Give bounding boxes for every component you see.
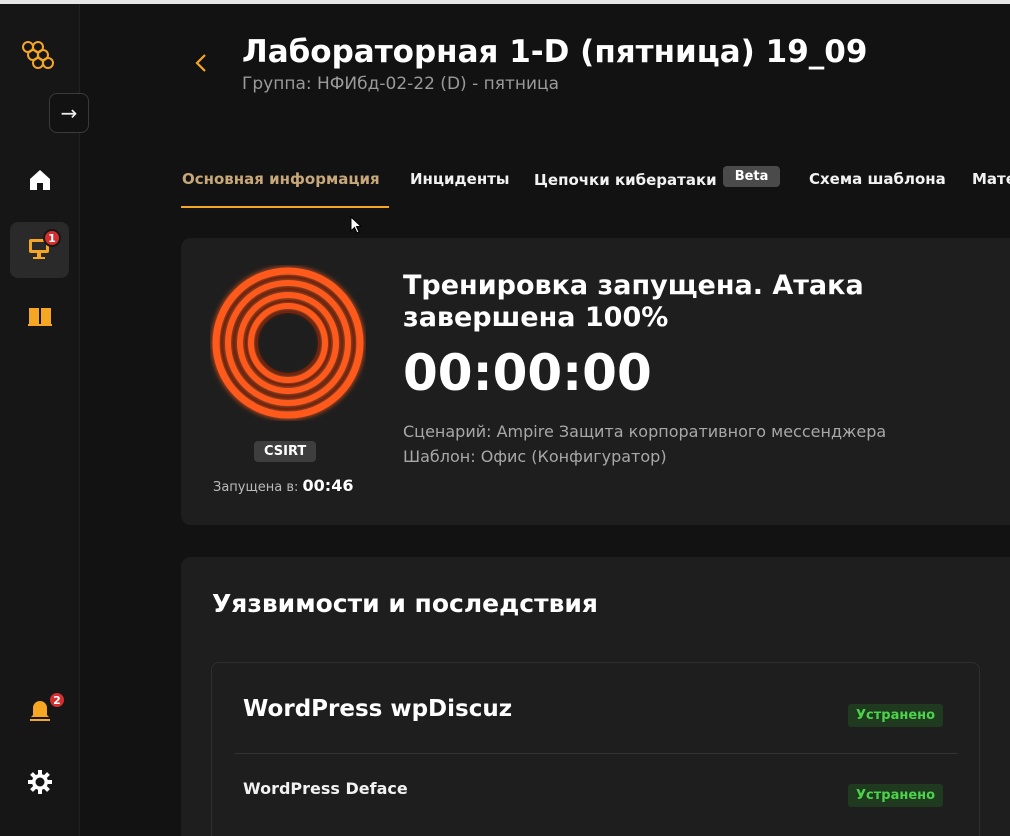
sidebar-item-home[interactable] [10, 154, 69, 210]
page-title: Лабораторная 1-D (пятница) 19_09 [242, 34, 868, 70]
timer: 00:00:00 [403, 344, 652, 402]
started-time: 00:46 [302, 476, 354, 495]
arrow-right-icon: → [60, 101, 78, 125]
vulnerabilities-list: WordPress wpDiscuz Устранено WordPress D… [211, 662, 980, 836]
scenario-text: Сценарий: Ampire Защита корпоративного м… [403, 422, 887, 441]
trainings-badge: 1 [43, 229, 61, 247]
tab-materials[interactable]: Мате [972, 170, 1010, 188]
vulnerabilities-section: Уязвимости и последствия WordPress wpDis… [181, 557, 1010, 836]
active-tab-indicator [181, 206, 389, 208]
template-text: Шаблон: Офис (Конфигуратор) [403, 447, 667, 466]
sidebar-item-trainings[interactable]: 1 [10, 222, 69, 278]
tab-attack-chains[interactable]: Цепочки кибератаки Beta [534, 166, 781, 189]
beta-badge: Beta [722, 166, 781, 187]
back-button[interactable] [194, 52, 208, 80]
status-badge: Устранено [848, 784, 944, 807]
status-badge: Устранено [848, 704, 944, 727]
sidebar-expand-button[interactable]: → [49, 93, 89, 133]
tab-template-scheme[interactable]: Схема шаблона [809, 170, 946, 188]
tab-incidents[interactable]: Инциденты [410, 170, 509, 188]
training-status-card: CSIRT Запущена в: 00:46 Тренировка запущ… [181, 238, 1010, 525]
training-status-text: Тренировка запущена. Атака завершена 100… [403, 270, 864, 333]
window-top-border [0, 0, 1010, 4]
progress-spiral-icon [210, 265, 366, 421]
tab-bar: Основная информация Инциденты Цепочки ки… [181, 166, 1010, 210]
tab-attack-chains-label: Цепочки кибератаки [534, 171, 717, 189]
page-subtitle: Группа: НФИбд-02-22 (D) - пятница [242, 74, 559, 94]
app-logo[interactable] [18, 34, 62, 78]
notifications-badge: 2 [48, 691, 66, 709]
chevron-left-icon [194, 54, 208, 80]
tab-main-info[interactable]: Основная информация [182, 170, 380, 188]
home-icon [27, 167, 53, 197]
started-label: Запущена в: [213, 480, 299, 495]
team-badge: CSIRT [254, 441, 317, 462]
sidebar-item-library[interactable] [10, 290, 69, 346]
divider [235, 753, 958, 754]
settings-button[interactable] [10, 756, 69, 812]
vulnerabilities-title: Уязвимости и последствия [212, 589, 598, 618]
gear-icon [26, 768, 54, 800]
vulnerability-name: WordPress Deface [243, 779, 408, 798]
started-at: Запущена в: 00:46 [213, 476, 353, 495]
vulnerability-name: WordPress wpDiscuz [243, 696, 513, 722]
book-icon [26, 302, 54, 334]
notifications-button[interactable]: 2 [10, 684, 69, 740]
mouse-cursor-icon [350, 215, 364, 240]
